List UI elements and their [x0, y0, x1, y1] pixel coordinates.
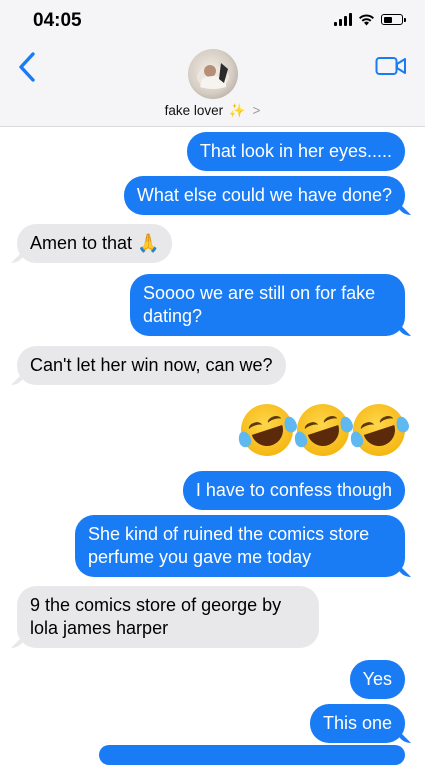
message-bubble-sent[interactable]: She kind of ruined the comics store perf… — [75, 515, 405, 577]
message-bubble-sent[interactable]: I have to confess though — [182, 471, 405, 510]
emoji-message[interactable] — [234, 397, 412, 463]
message-bubble-received[interactable]: Amen to that 🙏 — [17, 224, 173, 263]
video-call-icon[interactable] — [375, 55, 407, 77]
message-text: Can't let her win now, can we? — [30, 355, 273, 375]
rolling-laughing-emoji-icon — [290, 397, 356, 463]
message-text: I have to confess though — [195, 480, 392, 500]
message-bubble-sent[interactable]: Yes — [349, 660, 405, 699]
message-text: Soooo we are still on for fake dating? — [143, 283, 376, 326]
sparkles-icon: ✨ — [228, 103, 246, 118]
message-text: Yes — [362, 669, 392, 689]
conversation-header: 04:05 fake lover ✨ > — [0, 0, 425, 127]
status-time: 04:05 — [33, 10, 82, 31]
rolling-laughing-emoji-icon — [346, 397, 412, 463]
message-bubble-sent[interactable]: Soooo we are still on for fake dating? — [130, 274, 405, 336]
message-bubble-received[interactable]: 9 the comics store of george by lola jam… — [17, 586, 319, 648]
message-bubble-sent[interactable]: This one — [309, 704, 405, 743]
message-bubble-received[interactable]: Can't let her win now, can we? — [17, 346, 286, 385]
avatar-photo — [197, 63, 229, 89]
message-text: This one — [322, 713, 392, 733]
message-text: She kind of ruined the comics store perf… — [88, 524, 370, 567]
back-chevron-icon[interactable] — [14, 50, 40, 84]
wifi-icon — [359, 14, 374, 26]
contact-name: fake lover — [164, 103, 224, 118]
cellular-signal-icon — [334, 13, 352, 26]
status-icons — [334, 13, 406, 26]
chevron-right-icon: > — [252, 103, 261, 118]
message-text: 9 the comics store of george by lola jam… — [30, 595, 282, 638]
battery-icon — [381, 14, 406, 25]
message-bubble-sent[interactable]: That look in her eyes..... — [186, 132, 405, 171]
rolling-laughing-emoji-icon — [234, 397, 300, 463]
contact-avatar[interactable] — [188, 49, 238, 99]
message-text: Amen to that 🙏 — [30, 233, 160, 253]
message-bubble-sent[interactable]: What else could we have done? — [123, 176, 405, 215]
message-bubble-sent-partial[interactable] — [99, 745, 405, 765]
contact-name-row[interactable]: fake lover ✨ > — [0, 103, 425, 119]
message-text: What else could we have done? — [136, 185, 392, 205]
message-text: That look in her eyes..... — [199, 141, 392, 161]
